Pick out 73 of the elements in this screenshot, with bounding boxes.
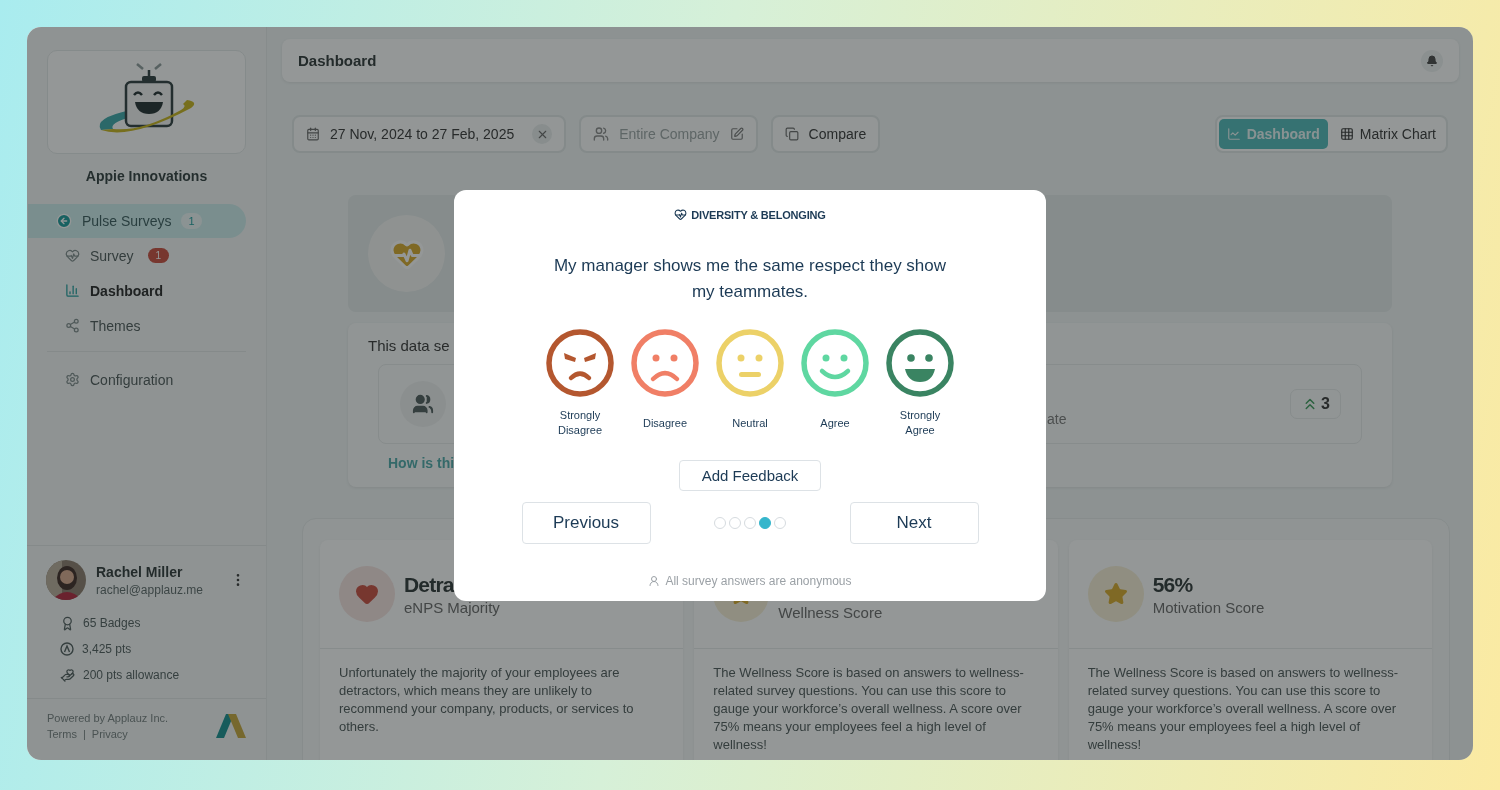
line-chart-icon	[1226, 127, 1241, 141]
user-name: Rachel Miller	[96, 563, 184, 580]
option-label: Strongly Agree	[898, 408, 942, 438]
compare-button[interactable]: Compare	[770, 115, 881, 153]
category-label: DIVERSITY & BELONGING	[691, 208, 826, 221]
separator-text: |	[82, 728, 86, 740]
step-dot[interactable]	[774, 517, 786, 529]
points-icon	[60, 642, 74, 656]
score-subtitle: eNPS Majority	[404, 598, 500, 616]
powered-by-text: Powered by Applauz Inc.	[47, 712, 169, 724]
company-name: Appie Innovations	[84, 168, 209, 184]
heart-icon	[674, 208, 688, 221]
brand-logo	[216, 714, 246, 738]
score-description: The Wellness Score is based on answers to wellness-related survey questions. You can use this score to gauge your workforce’s overall wellness. A score over 75% means your employees feel a high level of wellness!	[1086, 664, 1400, 754]
previous-button[interactable]: Previous	[521, 502, 651, 544]
face-icon[interactable]	[631, 329, 699, 397]
stat-label: ate	[1047, 411, 1067, 427]
users-icon	[412, 393, 434, 415]
trend-badge: 3	[1290, 389, 1341, 419]
score-description: Unfortunately the majority of your employees are detractors, which means they are unlikely to recommend your company, products, or services to others.	[338, 664, 635, 736]
privacy-link[interactable]: Privacy	[91, 728, 128, 740]
back-nav-item[interactable]: Pulse Surveys 1	[28, 204, 246, 238]
page-title: Dashboard	[298, 52, 377, 69]
nav-item[interactable]: Dashboard	[27, 273, 266, 308]
option-label: Disagree	[642, 415, 688, 431]
heart-icon	[65, 248, 80, 263]
score-title: 56%	[1152, 572, 1194, 597]
score-description: The Wellness Score is based on answers to wellness-related survey questions. You can use this score to gauge your workforce’s overall wellness. A score over 75% means your employees feel a high level of wellness!	[712, 664, 1025, 754]
anonymous-note: All survey answers are anonymous	[665, 574, 852, 588]
step-dot[interactable]	[729, 517, 741, 529]
data-note: This data se	[368, 337, 451, 354]
option-label: Strongly Disagree	[557, 408, 603, 438]
edit-icon[interactable]	[729, 127, 744, 141]
count-badge: 1	[181, 213, 202, 229]
bar-chart-icon	[65, 283, 80, 298]
award-icon	[60, 615, 75, 631]
score-subtitle: Motivation Score	[1152, 598, 1265, 616]
settings-icon	[65, 372, 80, 387]
nav-item[interactable]: Survey 1	[27, 238, 266, 273]
calendar-icon	[306, 127, 320, 141]
step-dot[interactable]	[759, 517, 771, 529]
score-title: Detra	[404, 572, 456, 597]
view-tab[interactable]: Matrix Chart	[1331, 119, 1444, 149]
user-stat: 200 pts allowance	[83, 668, 180, 682]
star-icon	[1103, 582, 1128, 606]
terms-link[interactable]: Terms	[47, 728, 77, 740]
users-icon	[593, 126, 610, 142]
nodes-icon	[65, 318, 80, 333]
user-stat: 3,425 pts	[82, 642, 132, 656]
next-button[interactable]: Next	[849, 502, 979, 544]
heart-icon	[355, 582, 379, 606]
grid-icon	[1339, 127, 1354, 141]
user-stat: 65 Badges	[83, 616, 141, 630]
option-label: Neutral	[731, 415, 769, 431]
nav-item[interactable]: Themes	[27, 308, 266, 343]
step-dot[interactable]	[714, 517, 726, 529]
bell-icon	[1426, 54, 1438, 67]
date-range-field[interactable]: 27 Nov, 2024 to 27 Feb, 2025	[292, 115, 567, 153]
option-label: Agree	[819, 415, 851, 431]
user-email: rachel@applauz.me	[96, 582, 204, 597]
notification-button[interactable]	[1421, 49, 1443, 72]
face-icon[interactable]	[546, 329, 614, 397]
add-feedback-button[interactable]: Add Feedback	[679, 460, 821, 491]
nav-item[interactable]: Configuration	[27, 362, 266, 397]
clear-button[interactable]	[532, 124, 553, 144]
step-dot[interactable]	[744, 517, 756, 529]
hand-heart-icon	[60, 667, 75, 683]
copy-icon	[784, 127, 799, 141]
count-badge: 1	[147, 248, 170, 263]
score-subtitle: Wellness Score	[778, 603, 883, 621]
question-text: My manager shows me the same respect they show my teammates.	[552, 255, 948, 303]
face-icon[interactable]	[886, 329, 954, 397]
person-icon	[648, 575, 661, 587]
